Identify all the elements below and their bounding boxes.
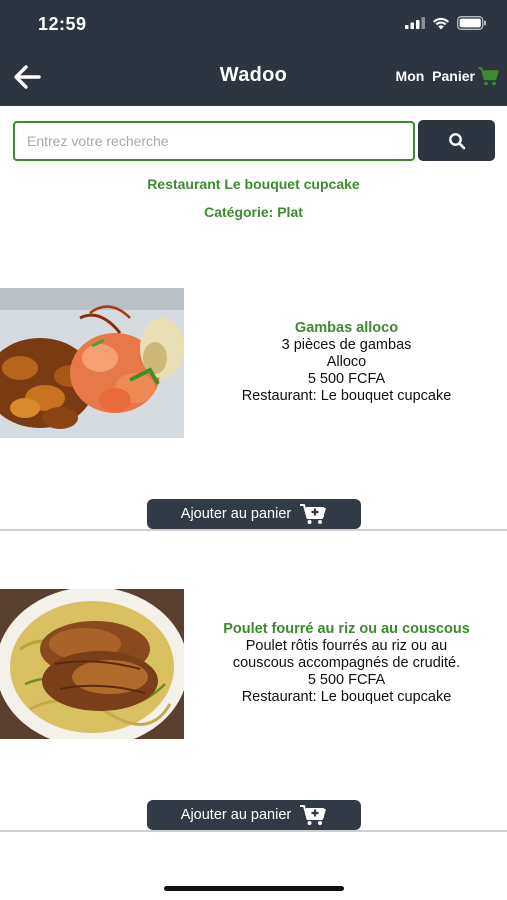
home-indicator xyxy=(164,886,344,891)
back-arrow-icon xyxy=(14,65,41,89)
product-name: Gambas alloco xyxy=(294,320,399,336)
product-image-poulet xyxy=(0,589,184,739)
category-label: Catégorie: Plat xyxy=(204,204,303,220)
battery-icon xyxy=(457,16,486,30)
status-icons xyxy=(405,16,487,30)
product-description: 3 pièces de gambas Alloco xyxy=(281,337,412,370)
status-bar: 12:59 xyxy=(0,0,507,50)
product-card: Poulet fourré au riz ou au couscous Poul… xyxy=(0,589,507,835)
product-name: Poulet fourré au riz ou au couscous xyxy=(223,621,470,637)
status-time: 12:59 xyxy=(38,14,87,34)
restaurant-name: Restaurant Le bouquet cupcake xyxy=(147,176,360,192)
product-price: 5 500 FCFA xyxy=(307,371,386,387)
product-info: Poulet fourré au riz ou au couscous Poul… xyxy=(186,621,507,706)
search-icon xyxy=(448,132,465,149)
wifi-icon xyxy=(433,17,449,29)
product-image-gambas xyxy=(0,288,184,438)
product-restaurant: Restaurant: Le bouquet cupcake xyxy=(241,388,452,404)
nav-bar: Wadoo Mon Panier xyxy=(0,50,507,106)
back-button[interactable] xyxy=(12,62,46,92)
add-to-cart-button[interactable]: Ajouter au panier xyxy=(147,800,361,830)
product-info: Gambas alloco 3 pièces de gambas Alloco … xyxy=(186,320,507,405)
cart-icon xyxy=(478,67,499,86)
signal-icon xyxy=(405,17,425,29)
search-button[interactable] xyxy=(418,120,495,161)
product-price: 5 500 FCFA xyxy=(307,672,386,688)
add-to-cart-button[interactable]: Ajouter au panier xyxy=(147,499,361,529)
divider xyxy=(0,529,507,531)
add-to-cart-label: Ajouter au panier xyxy=(180,807,292,823)
cart-button[interactable]: Mon Panier xyxy=(396,66,499,86)
product-restaurant: Restaurant: Le bouquet cupcake xyxy=(241,689,452,705)
search-input[interactable] xyxy=(13,121,415,161)
add-to-cart-label: Ajouter au panier xyxy=(180,506,292,522)
divider xyxy=(0,830,507,832)
add-to-cart-icon xyxy=(300,504,327,524)
product-card: Gambas alloco 3 pièces de gambas Alloco … xyxy=(0,288,507,534)
add-to-cart-icon xyxy=(300,805,327,825)
cart-label: Mon Panier xyxy=(395,68,475,84)
product-description: Poulet rôtis fourrés au riz ou au cousco… xyxy=(232,638,461,671)
